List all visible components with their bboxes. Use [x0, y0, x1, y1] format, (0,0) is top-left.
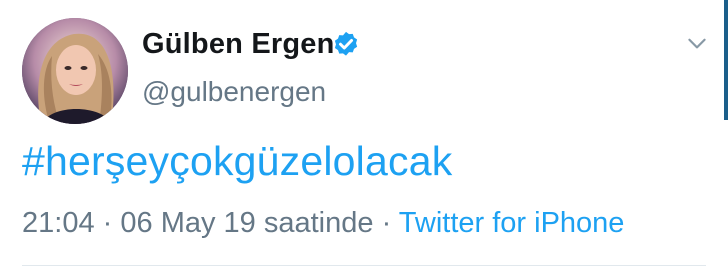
- display-name[interactable]: Gülben Ergen: [142, 28, 335, 61]
- chevron-down-icon[interactable]: [684, 30, 710, 56]
- user-handle[interactable]: @gulbenergen: [142, 76, 326, 108]
- tweet-time: 21:04: [22, 207, 95, 239]
- meta-separator: ·: [102, 207, 113, 239]
- avatar-image: [22, 18, 128, 124]
- avatar[interactable]: [22, 18, 128, 124]
- verified-badge-icon: [334, 31, 358, 56]
- hashtag-link[interactable]: #herşeyçokgüzelolacak: [22, 138, 452, 185]
- tweet-source-link[interactable]: Twitter for iPhone: [399, 207, 625, 239]
- divider: [22, 265, 706, 266]
- scrollbar[interactable]: [724, 0, 728, 120]
- tweet-meta: 21:04 · 06 May 19 saatinde · Twitter for…: [22, 207, 624, 240]
- tweet-date: 06 May 19 saatinde: [120, 207, 374, 239]
- tweet-card: Gülben Ergen @gulbenergen #herşeyçokgüze…: [0, 0, 728, 270]
- meta-separator: ·: [381, 207, 392, 239]
